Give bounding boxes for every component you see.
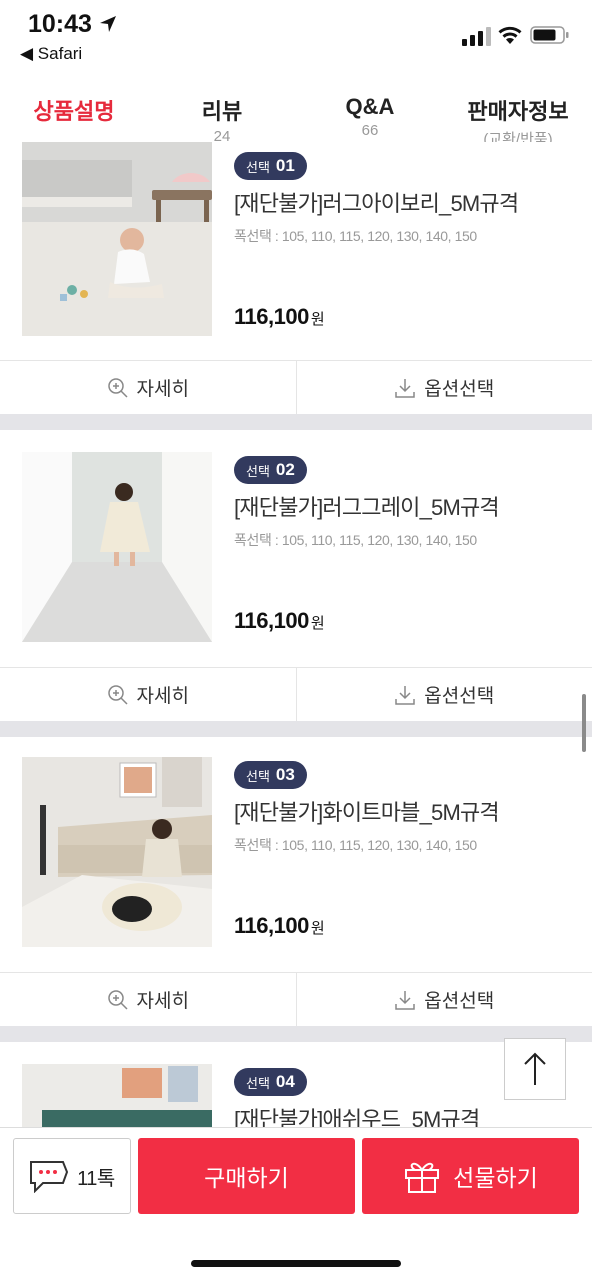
tab-seller-info[interactable]: 판매자정보 (교환/반품)	[444, 80, 592, 151]
buy-button[interactable]: 구매하기	[138, 1138, 355, 1214]
location-arrow-icon	[100, 16, 116, 32]
purchase-bar: 11톡 구매하기 선물하기	[0, 1127, 592, 1280]
detail-button[interactable]: 자세히	[0, 668, 296, 721]
card-actions: 자세히 옵션선택	[0, 972, 592, 1026]
width-options: 폭선택 : 105, 110, 115, 120, 130, 140, 150	[234, 837, 477, 853]
tab-label: Q&A	[345, 94, 395, 119]
talk-button[interactable]: 11톡	[13, 1138, 131, 1214]
gift-button[interactable]: 선물하기	[362, 1138, 579, 1214]
download-icon	[395, 990, 416, 1010]
zoom-in-icon	[107, 684, 128, 705]
tab-count: 66	[361, 122, 379, 139]
width-options: 폭선택 : 105, 110, 115, 120, 130, 140, 150	[234, 532, 477, 548]
tab-qna[interactable]: Q&A 66	[296, 80, 444, 151]
product-name[interactable]: [재단불가]화이트마블_5M규격	[234, 795, 500, 827]
product-price: 116,100 원	[234, 608, 325, 633]
detail-button[interactable]: 자세히	[0, 973, 296, 1026]
scroll-to-top-button[interactable]	[504, 1038, 566, 1100]
width-options: 폭선택 : 105, 110, 115, 120, 130, 140, 150	[234, 228, 477, 244]
scrollbar[interactable]	[582, 694, 586, 752]
select-option-button[interactable]: 옵션선택	[295, 668, 592, 721]
product-price: 116,100 원	[234, 304, 325, 329]
tab-label: 상품설명	[33, 99, 115, 124]
card-actions: 자세히 옵션선택	[0, 360, 592, 414]
product-image-gray-rug[interactable]	[22, 452, 212, 642]
product-name[interactable]: [재단불가]애쉬우드_5M규격	[234, 1102, 480, 1127]
gift-icon	[405, 1162, 440, 1193]
product-image-white-marble[interactable]	[22, 757, 212, 947]
tab-reviews[interactable]: 리뷰 24	[148, 80, 296, 151]
option-badge: 선택 03	[234, 761, 307, 789]
section-divider	[0, 414, 592, 430]
status-bar: 10:43 ◀ Safari	[0, 0, 592, 80]
battery-icon	[530, 26, 569, 44]
tab-label: 리뷰	[201, 99, 243, 124]
option-badge: 선택 04	[234, 1068, 307, 1096]
product-name[interactable]: [재단불가]러그아이보리_5M규격	[234, 186, 519, 218]
download-icon	[395, 685, 416, 705]
option-badge: 선택 02	[234, 456, 307, 484]
product-price: 116,100 원	[234, 913, 325, 938]
product-card: 선택 01 [재단불가]러그아이보리_5M규격 폭선택 : 105, 110, …	[0, 142, 592, 414]
arrow-up-icon	[524, 1052, 546, 1085]
product-image-ivory-rug[interactable]	[22, 142, 212, 336]
tab-description[interactable]: 상품설명	[0, 80, 148, 152]
select-option-button[interactable]: 옵션선택	[295, 361, 592, 414]
clock: 10:43	[28, 10, 92, 38]
product-name[interactable]: [재단불가]러그그레이_5M규격	[234, 490, 500, 522]
chat-bubble-icon	[30, 1161, 69, 1193]
product-image-ash-wood[interactable]	[22, 1064, 212, 1127]
download-icon	[395, 378, 416, 398]
section-divider	[0, 721, 592, 737]
zoom-in-icon	[107, 377, 128, 398]
product-card: 선택 02 [재단불가]러그그레이_5M규격 폭선택 : 105, 110, 1…	[0, 430, 592, 721]
home-indicator	[191, 1260, 401, 1267]
wifi-icon	[498, 26, 522, 44]
detail-button[interactable]: 자세히	[0, 361, 296, 414]
back-to-safari[interactable]: ◀ Safari	[20, 44, 82, 64]
product-card: 선택 03 [재단불가]화이트마블_5M규격 폭선택 : 105, 110, 1…	[0, 737, 592, 1026]
cellular-signal-icon	[462, 27, 491, 46]
option-badge: 선택 01	[234, 152, 307, 180]
card-actions: 자세히 옵션선택	[0, 667, 592, 721]
zoom-in-icon	[107, 989, 128, 1010]
tab-label: 판매자정보	[467, 99, 569, 124]
select-option-button[interactable]: 옵션선택	[295, 973, 592, 1026]
